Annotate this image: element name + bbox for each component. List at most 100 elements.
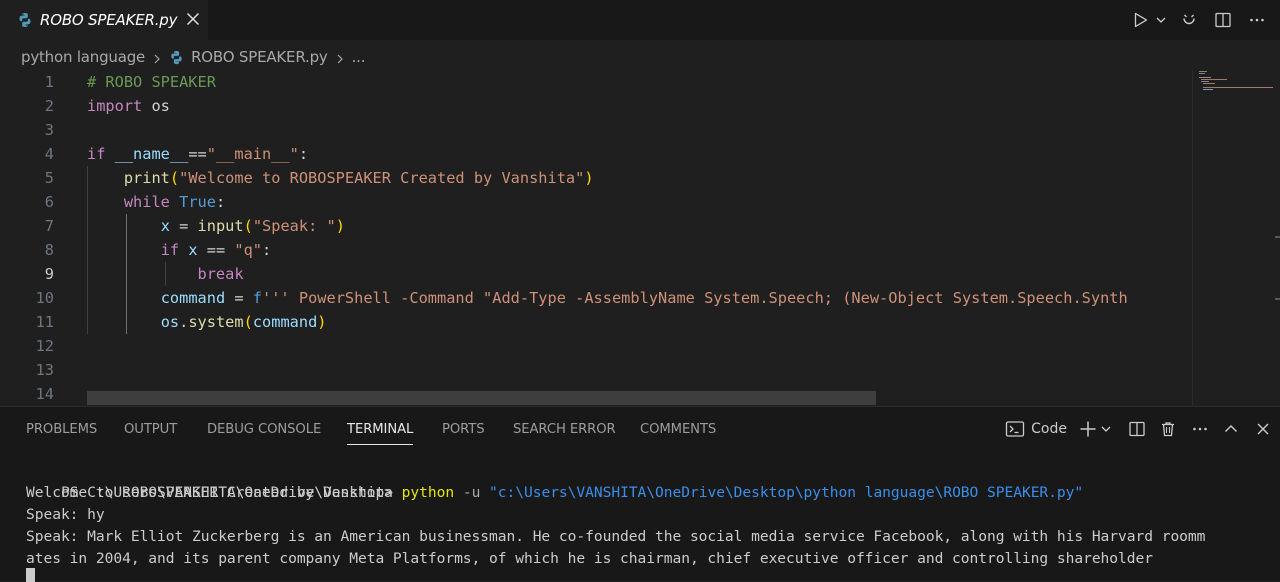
- editor-tab-bar: ROBO SPEAKER.py: [0, 0, 1280, 40]
- code-token: os: [160, 313, 180, 331]
- code-line[interactable]: 7 x = input("Speak: "): [0, 214, 1192, 238]
- line-number: 6: [44, 193, 54, 211]
- code-editor[interactable]: 1 # ROBO SPEAKER 2 import os 3 4 if __name__==…: [0, 70, 1192, 406]
- horizontal-scrollbar[interactable]: [87, 391, 876, 405]
- code-token: if: [160, 241, 180, 259]
- code-token: ): [317, 313, 327, 331]
- panel-tabs: PROBLEMS OUTPUT DEBUG CONSOLE TERMINAL P…: [0, 407, 1000, 451]
- minimap-line: [1203, 87, 1273, 88]
- minimap-line: [1203, 83, 1215, 84]
- code-line[interactable]: 10 command = f''' PowerShell -Command "A…: [0, 286, 1192, 310]
- tab-ports[interactable]: PORTS: [442, 407, 485, 451]
- code-line[interactable]: 1 # ROBO SPEAKER: [0, 70, 1192, 94]
- terminal-profile-icon[interactable]: [1005, 420, 1025, 438]
- chevron-right-icon: [334, 51, 346, 64]
- tab-terminal[interactable]: TERMINAL: [347, 407, 414, 451]
- code-token: "Welcome to ROBOSPEAKER Created by Vansh…: [179, 169, 585, 187]
- tab-output[interactable]: OUTPUT: [124, 407, 177, 451]
- terminal-profile-name[interactable]: Code: [1031, 421, 1067, 437]
- run-options-chevron-down-icon[interactable]: [1152, 14, 1170, 26]
- line-number: 13: [35, 361, 54, 379]
- code-line[interactable]: 4 if __name__=="__main__":: [0, 142, 1192, 166]
- code-token: ''' PowerShell -Command "Add-Type -Assem…: [262, 289, 1128, 307]
- tab-debug-console[interactable]: DEBUG CONSOLE: [207, 407, 321, 451]
- code-line[interactable]: 8 if x == "q":: [0, 238, 1192, 262]
- code-token: input: [197, 217, 244, 235]
- tab-search-error[interactable]: SEARCH ERROR: [513, 407, 616, 451]
- new-terminal-plus-icon[interactable]: [1078, 419, 1098, 439]
- line-number: 11: [35, 313, 54, 331]
- terminal-cursor: [26, 568, 35, 582]
- more-actions-icon[interactable]: [1191, 420, 1209, 438]
- terminal-flag: -u: [454, 484, 490, 501]
- tab-problems[interactable]: PROBLEMS: [26, 407, 97, 451]
- split-editor-icon[interactable]: [1212, 11, 1234, 29]
- code-text: command = f''' PowerShell -Command "Add-…: [87, 286, 1128, 310]
- more-actions-icon[interactable]: [1246, 11, 1268, 29]
- line-number: 8: [44, 241, 54, 259]
- code-text: # ROBO SPEAKER: [87, 70, 216, 94]
- open-changes-icon[interactable]: [1178, 11, 1200, 29]
- breadcrumb-folder[interactable]: python language: [21, 48, 145, 66]
- launch-profile-chevron-down-icon[interactable]: [1100, 423, 1112, 435]
- terminal-output-line: Speak: hy: [26, 506, 105, 523]
- code-token: "q": [234, 241, 263, 259]
- terminal-output-line: Welcome to ROBOSPEAKER Created by Vanshi…: [26, 484, 393, 501]
- code-line[interactable]: 13: [0, 358, 1192, 382]
- run-python-file-icon[interactable]: [1130, 11, 1150, 29]
- minimap-line: [1199, 73, 1205, 74]
- code-line[interactable]: 11 os.system(command): [0, 310, 1192, 334]
- close-icon[interactable]: [184, 10, 202, 28]
- minimap-line: [1199, 77, 1211, 78]
- minimap-line: [1199, 71, 1207, 72]
- code-token: :: [262, 241, 272, 259]
- breadcrumb: python language ROBO SPEAKER.py ...: [21, 46, 366, 68]
- code-token: x: [160, 217, 170, 235]
- scrollbar-marker: [1275, 236, 1280, 238]
- code-line[interactable]: 3: [0, 118, 1192, 142]
- code-line[interactable]: 6 while True:: [0, 190, 1192, 214]
- code-token: (: [243, 217, 253, 235]
- code-text: x = input("Speak: "): [87, 214, 345, 238]
- tab-comments[interactable]: COMMENTS: [640, 407, 716, 451]
- minimap[interactable]: [1192, 70, 1280, 406]
- close-panel-icon[interactable]: [1255, 421, 1271, 437]
- line-number: 12: [35, 337, 54, 355]
- tab-title: ROBO SPEAKER.py: [40, 11, 178, 29]
- code-line[interactable]: 9 break: [0, 262, 1192, 286]
- code-line[interactable]: 5 print("Welcome to ROBOSPEAKER Created …: [0, 166, 1192, 190]
- code-line[interactable]: 12: [0, 334, 1192, 358]
- trash-icon[interactable]: [1159, 420, 1177, 438]
- breadcrumb-symbols[interactable]: ...: [352, 48, 366, 66]
- maximize-panel-chevron-up-icon[interactable]: [1223, 421, 1239, 437]
- breadcrumb-file[interactable]: ROBO SPEAKER.py: [191, 48, 328, 66]
- code-text: import os: [87, 94, 170, 118]
- line-number: 4: [44, 145, 54, 163]
- code-token: ==: [197, 241, 235, 259]
- bottom-panel: PROBLEMS OUTPUT DEBUG CONSOLE TERMINAL P…: [0, 406, 1280, 582]
- code-token: system: [188, 313, 244, 331]
- editor-tab-robo-speaker[interactable]: ROBO SPEAKER.py: [0, 0, 208, 40]
- minimap-line: [1201, 81, 1209, 82]
- line-number: 9: [44, 265, 54, 283]
- code-token: =: [169, 217, 198, 235]
- code-line[interactable]: 2 import os: [0, 94, 1192, 118]
- code-token: "Speak: ": [252, 217, 336, 235]
- scrollbar-marker: [1275, 298, 1280, 300]
- line-number: 3: [44, 121, 54, 139]
- code-token: __name__: [105, 145, 189, 163]
- line-number: 14: [35, 385, 54, 403]
- panel-actions: Code: [1005, 407, 1280, 451]
- terminal-output-line: Speak: Mark Elliot Zuckerberg is an Amer…: [26, 528, 1206, 545]
- code-token: os: [142, 97, 170, 115]
- code-text: break: [87, 262, 244, 286]
- code-text: if __name__=="__main__":: [87, 142, 308, 166]
- split-terminal-icon[interactable]: [1128, 420, 1146, 438]
- code-token: while: [123, 193, 170, 211]
